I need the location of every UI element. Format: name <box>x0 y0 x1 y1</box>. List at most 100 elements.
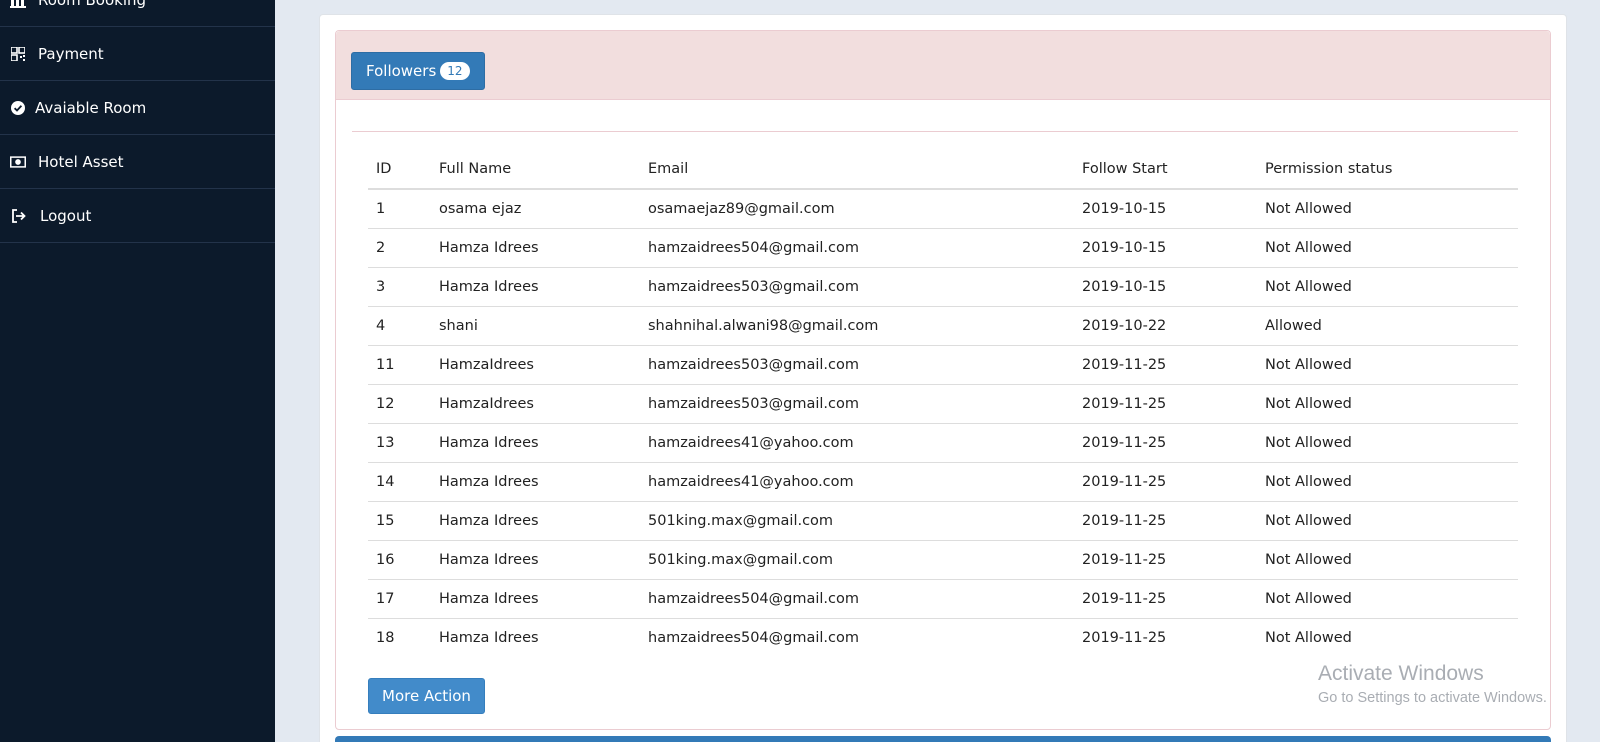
cell-permission-status: Not Allowed <box>1257 228 1518 268</box>
cell-full-name: Hamza Idrees <box>431 501 640 541</box>
sidebar-item-logout[interactable]: Logout <box>0 189 275 243</box>
cell-id: 4 <box>368 306 431 346</box>
cell-full-name: HamzaIdrees <box>431 345 640 385</box>
cell-full-name: Hamza Idrees <box>431 228 640 268</box>
sidebar-item-label: Avaiable Room <box>35 98 147 117</box>
cell-permission-status: Not Allowed <box>1265 629 1352 646</box>
cell-email: 501king.max@gmail.com <box>640 501 1074 541</box>
followers-button[interactable]: Followers 12 <box>351 52 485 90</box>
next-panel-heading <box>335 736 1551 742</box>
table-row[interactable]: 16 Hamza Idrees 501king.max@gmail.com 2019-… <box>368 540 1518 580</box>
cell-id: 16 <box>368 540 431 580</box>
cell-follow-start: 2019-11-25 <box>1074 423 1257 463</box>
cell-id: 3 <box>368 267 431 307</box>
table-row[interactable]: 14 Hamza Idrees hamzaidrees41@yahoo.com 201… <box>368 462 1518 502</box>
cell-id: 15 <box>368 501 431 541</box>
cell-follow-start: 2019-11-25 <box>1074 501 1257 541</box>
cell-full-name: Hamza Idrees <box>431 540 640 580</box>
cell-follow-start: 2019-10-15 <box>1074 189 1257 229</box>
content-card: Followers 12 ID Full Name Email Follow S… <box>319 14 1567 742</box>
cell-full-name: Hamza Idrees <box>431 462 640 502</box>
bar-chart-icon <box>10 0 26 8</box>
cell-permission-status: Not Allowed <box>1257 540 1518 580</box>
cell-email: hamzaidrees503@gmail.com <box>640 384 1074 424</box>
cell-full-name: Hamza Idrees <box>431 267 640 307</box>
cell-follow-start: 2019-11-25 <box>1074 384 1257 424</box>
money-icon <box>10 154 26 170</box>
cell-full-name: Hamza Idrees <box>439 629 539 646</box>
followers-panel: Followers 12 ID Full Name Email Follow S… <box>335 30 1551 730</box>
cell-permission-status: Not Allowed <box>1257 579 1518 619</box>
header-permission-status[interactable]: Permission status <box>1257 149 1518 190</box>
sidebar: Room Booking Payment Avaiable Room Hotel… <box>0 0 275 742</box>
table-row[interactable]: 18 Hamza Idrees hamzaidrees504@gmail.com 20… <box>368 618 1518 657</box>
cell-email: hamzaidrees41@yahoo.com <box>640 423 1074 463</box>
cell-id: 1 <box>368 189 431 229</box>
cell-id: 14 <box>368 462 431 502</box>
header-id[interactable]: ID <box>368 149 431 190</box>
cell-follow-start: 2019-10-15 <box>1074 228 1257 268</box>
cell-email: hamzaidrees41@yahoo.com <box>640 462 1074 502</box>
check-circle-icon <box>10 100 26 116</box>
cell-follow-start: 2019-10-22 <box>1074 306 1257 346</box>
cell-full-name: osama ejaz <box>431 189 640 229</box>
table-row[interactable]: 15 Hamza Idrees 501king.max@gmail.com 2019-… <box>368 501 1518 541</box>
table-row[interactable]: 4 shani shahnihal.alwani98@gmail.com 2019-1… <box>368 306 1518 346</box>
cell-permission-status: Not Allowed <box>1257 345 1518 385</box>
table-row[interactable]: 2 Hamza Idrees hamzaidrees504@gmail.com 201… <box>368 228 1518 268</box>
cell-email: hamzaidrees504@gmail.com <box>640 579 1074 619</box>
cell-full-name: Hamza Idrees <box>431 423 640 463</box>
sidebar-item-hotel-asset[interactable]: Hotel Asset <box>0 135 275 189</box>
cell-permission-status: Not Allowed <box>1257 423 1518 463</box>
sidebar-item-label: Hotel Asset <box>38 152 124 171</box>
cell-email: shahnihal.alwani98@gmail.com <box>640 306 1074 346</box>
cell-follow-start: 2019-11-25 <box>1082 629 1167 646</box>
cell-full-name: Hamza Idrees <box>431 579 640 619</box>
cell-permission-status: Not Allowed <box>1257 189 1518 229</box>
sidebar-item-label: Logout <box>40 206 92 225</box>
cell-id: 13 <box>368 423 431 463</box>
panel-heading: Followers 12 <box>336 31 1550 100</box>
logout-icon <box>10 208 26 224</box>
cell-permission-status: Not Allowed <box>1257 267 1518 307</box>
cell-id: 11 <box>368 345 431 385</box>
cell-permission-status: Not Allowed <box>1257 462 1518 502</box>
header-follow-start[interactable]: Follow Start <box>1074 149 1257 190</box>
header-full-name[interactable]: Full Name <box>431 149 640 190</box>
cell-id: 17 <box>368 579 431 619</box>
cell-id: 2 <box>368 228 431 268</box>
cell-permission-status: Allowed <box>1257 306 1518 346</box>
cell-follow-start: 2019-11-25 <box>1074 579 1257 619</box>
followers-table: ID Full Name Email Follow Start Permissi… <box>368 149 1518 657</box>
watermark-subtitle: Go to Settings to activate Windows. <box>1318 690 1547 706</box>
more-action-button[interactable]: More Action <box>368 678 485 714</box>
cell-email: hamzaidrees504@gmail.com <box>648 629 859 646</box>
cell-email: hamzaidrees503@gmail.com <box>640 267 1074 307</box>
cell-permission-status: Not Allowed <box>1257 384 1518 424</box>
cell-permission-status: Not Allowed <box>1257 501 1518 541</box>
sidebar-item-payment[interactable]: Payment <box>0 27 275 81</box>
cell-email: hamzaidrees503@gmail.com <box>640 345 1074 385</box>
table-row[interactable]: 13 Hamza Idrees hamzaidrees41@yahoo.com 201… <box>368 423 1518 463</box>
sidebar-item-label: Payment <box>38 44 104 63</box>
cell-email: hamzaidrees504@gmail.com <box>640 228 1074 268</box>
sidebar-item-room-booking[interactable]: Room Booking <box>0 0 275 27</box>
table-row[interactable]: 17 Hamza Idrees hamzaidrees504@gmail.com 20… <box>368 579 1518 619</box>
cell-email: osamaejaz89@gmail.com <box>640 189 1074 229</box>
table-row[interactable]: 11 HamzaIdrees hamzaidrees503@gmail.com 201… <box>368 345 1518 385</box>
cell-follow-start: 2019-10-15 <box>1074 267 1257 307</box>
sidebar-item-label: Room Booking <box>38 0 146 9</box>
followers-label: Followers <box>366 62 437 80</box>
activate-windows-watermark: Activate Windows Go to Settings to activ… <box>1318 662 1547 706</box>
qr-code-icon <box>10 46 26 62</box>
watermark-title: Activate Windows <box>1318 662 1484 685</box>
cell-follow-start: 2019-11-25 <box>1074 462 1257 502</box>
followers-count-badge: 12 <box>440 62 470 80</box>
table-row[interactable]: 3 Hamza Idrees hamzaidrees503@gmail.com 201… <box>368 267 1518 307</box>
sidebar-item-avaiable-room[interactable]: Avaiable Room <box>0 81 275 135</box>
cell-email: 501king.max@gmail.com <box>640 540 1074 580</box>
cell-id: 18 <box>376 629 395 646</box>
table-row[interactable]: 12 HamzaIdrees hamzaidrees503@gmail.com 201… <box>368 384 1518 424</box>
table-row[interactable]: 1 osama ejaz osamaejaz89@gmail.com 2019-10-… <box>368 189 1518 229</box>
header-email[interactable]: Email <box>640 149 1074 190</box>
